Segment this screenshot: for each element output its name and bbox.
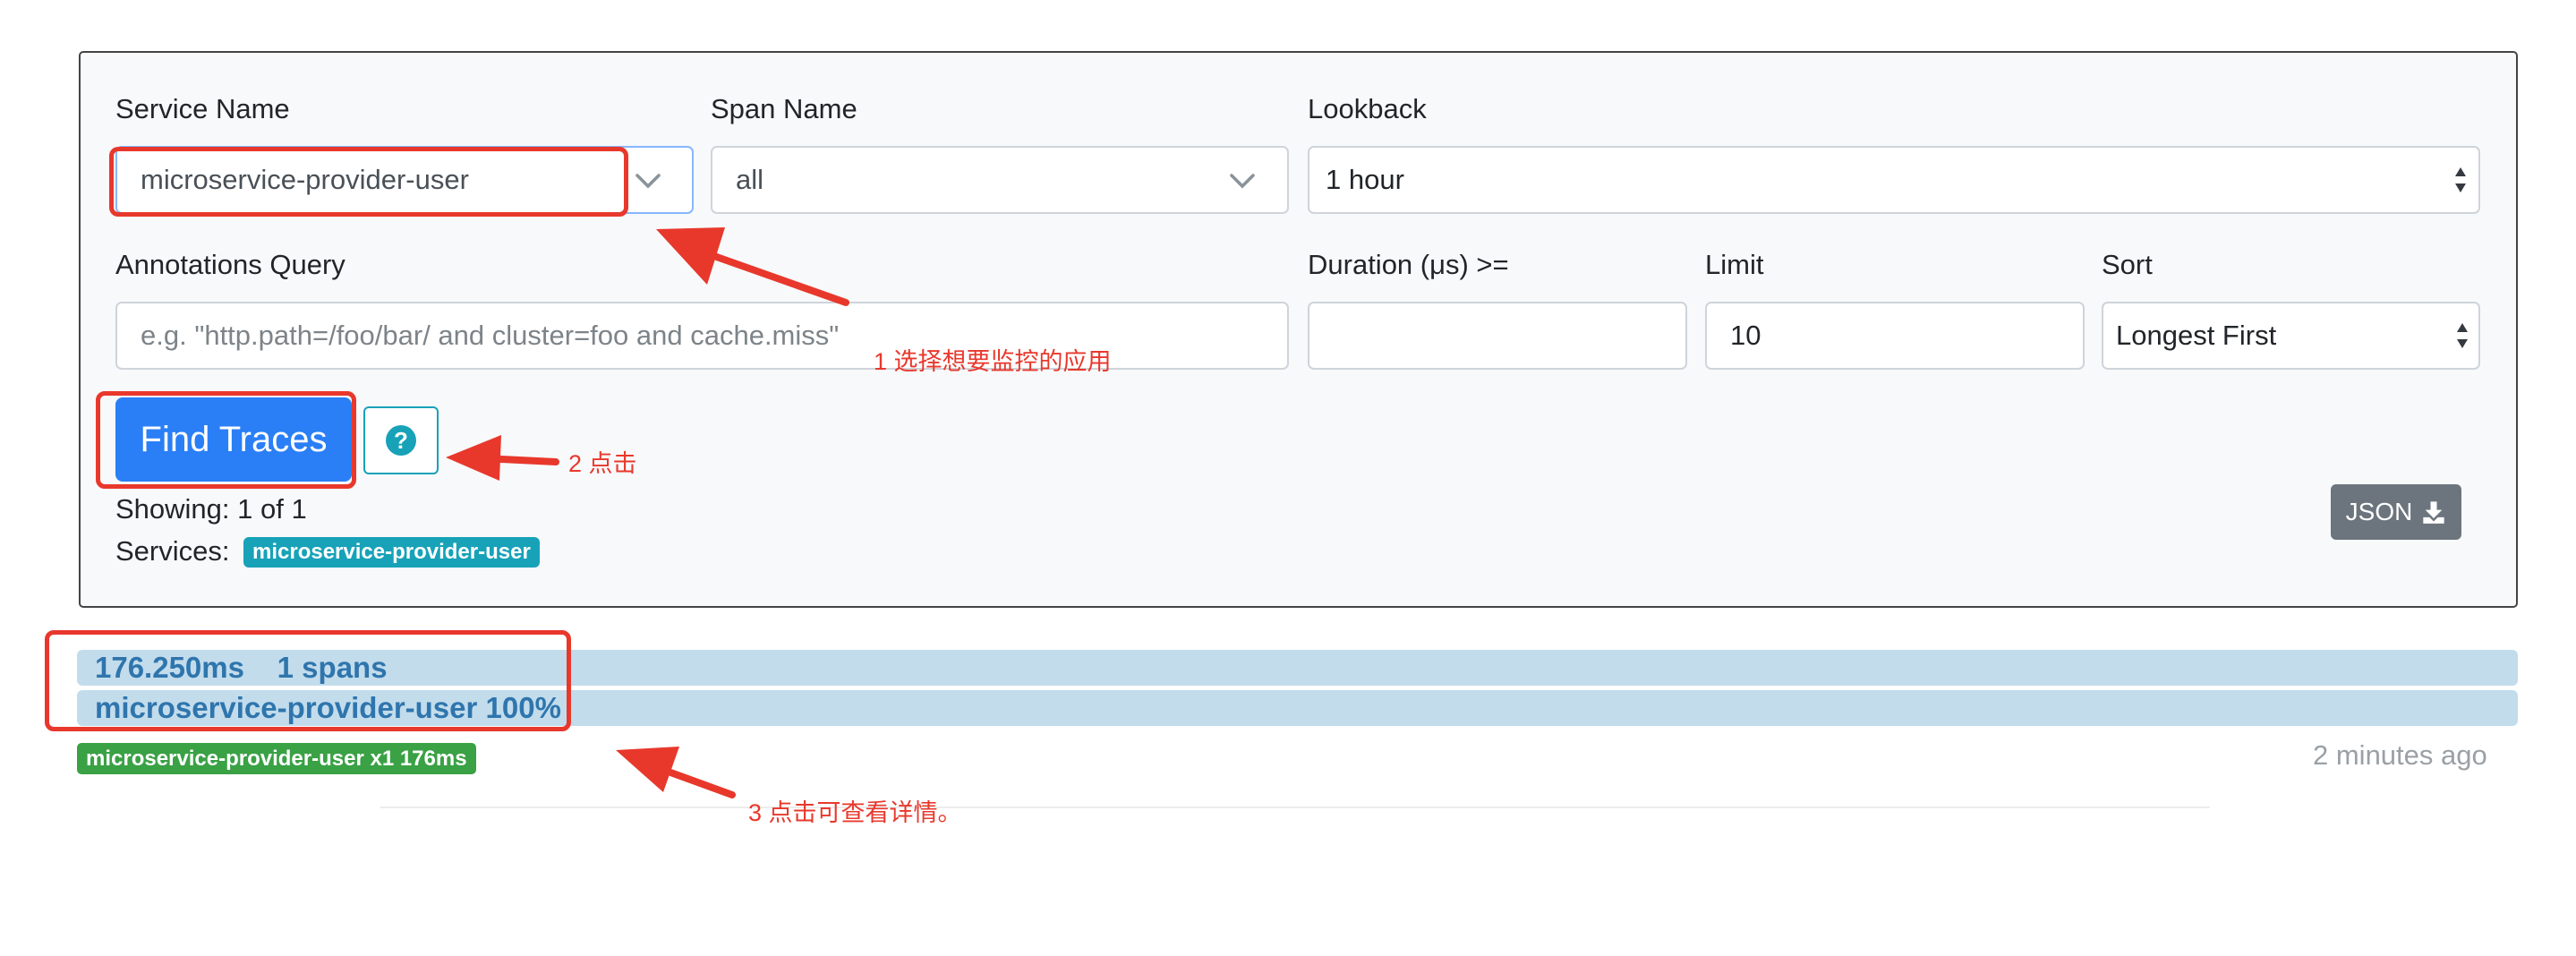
annotation-step2: 2 点击	[568, 450, 637, 477]
annotation-arrows	[446, 227, 849, 798]
annotation-step1: 1 选择想要监控的应用	[874, 348, 1112, 375]
annotation-step3: 3 点击可查看详情。	[748, 799, 962, 826]
